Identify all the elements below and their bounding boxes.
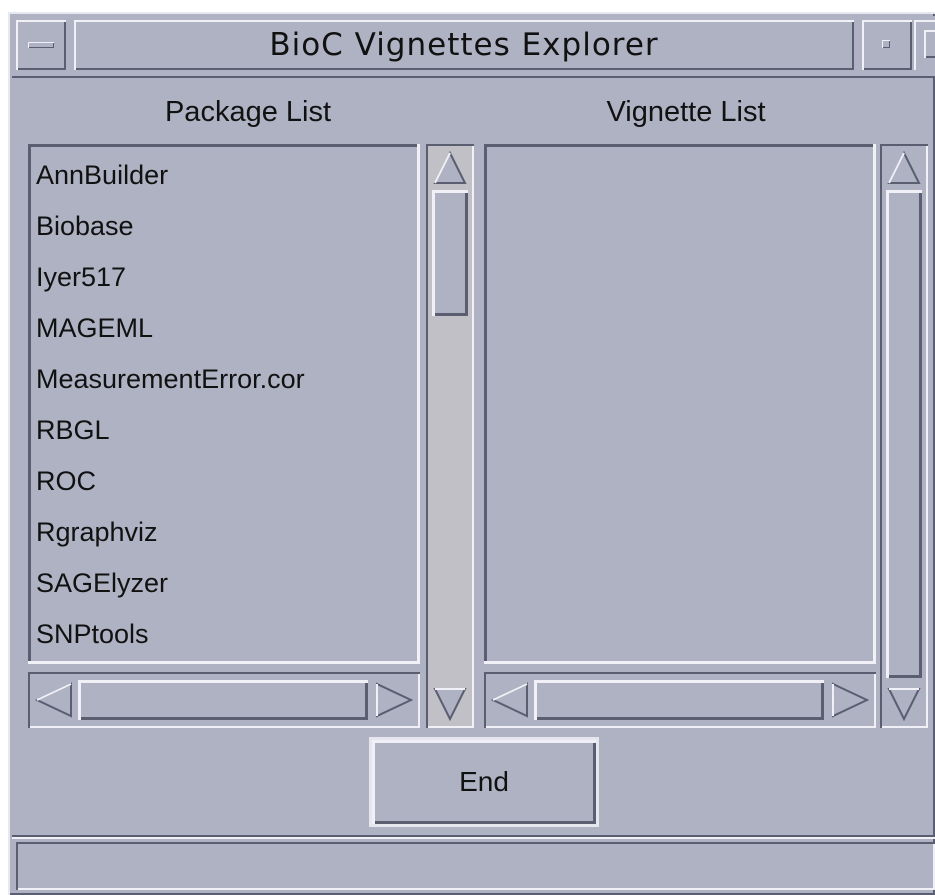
- status-divider: [12, 835, 935, 837]
- list-item[interactable]: ROC: [28, 456, 420, 507]
- list-item[interactable]: AnnBuilder: [28, 150, 420, 201]
- window-title[interactable]: BioC Vignettes Explorer: [74, 20, 854, 70]
- minimize-icon: [882, 40, 890, 48]
- list-item[interactable]: MeasurementError.cor: [28, 354, 420, 405]
- list-item[interactable]: Iyer517: [28, 252, 420, 303]
- vignette-listbox[interactable]: [484, 144, 876, 664]
- package-vscrollbar[interactable]: [426, 144, 474, 728]
- triangle-down-icon[interactable]: [432, 686, 468, 722]
- maximize-button[interactable]: [914, 20, 935, 70]
- triangle-up-icon[interactable]: [432, 150, 468, 186]
- vignette-vscroll-thumb[interactable]: [886, 190, 922, 678]
- triangle-up-icon[interactable]: [886, 150, 922, 186]
- package-hscroll-thumb[interactable]: [78, 680, 368, 720]
- package-listbox[interactable]: AnnBuilder Biobase Iyer517 MAGEML Measur…: [28, 144, 420, 664]
- end-button[interactable]: End: [372, 740, 596, 824]
- window-menu-button[interactable]: [16, 20, 66, 70]
- triangle-down-icon[interactable]: [886, 686, 922, 722]
- vignette-list-label: Vignette List: [606, 96, 766, 128]
- triangle-left-icon[interactable]: [490, 680, 530, 720]
- maximize-icon: [924, 30, 935, 58]
- list-item[interactable]: Biobase: [28, 201, 420, 252]
- minimize-button[interactable]: [862, 20, 912, 70]
- list-item[interactable]: Rgraphviz: [28, 507, 420, 558]
- package-hscrollbar[interactable]: [28, 672, 420, 728]
- triangle-left-icon[interactable]: [34, 680, 74, 720]
- list-item[interactable]: SNPtools: [28, 609, 420, 660]
- vignette-hscrollbar[interactable]: [484, 672, 876, 728]
- package-vscroll-thumb[interactable]: [432, 190, 468, 316]
- list-item[interactable]: RBGL: [28, 405, 420, 456]
- title-bar[interactable]: BioC Vignettes Explorer: [12, 16, 935, 78]
- app-window: BioC Vignettes Explorer Package List Vig…: [8, 12, 935, 895]
- status-bar: [16, 842, 935, 890]
- package-list-label: Package List: [164, 96, 332, 128]
- vignette-vscrollbar[interactable]: [880, 144, 928, 728]
- package-items: AnnBuilder Biobase Iyer517 MAGEML Measur…: [28, 144, 420, 660]
- list-item[interactable]: SAGElyzer: [28, 558, 420, 609]
- triangle-right-icon[interactable]: [830, 680, 870, 720]
- list-item[interactable]: MAGEML: [28, 303, 420, 354]
- window-menu-icon: [28, 42, 54, 48]
- vignette-hscroll-thumb[interactable]: [534, 680, 824, 720]
- triangle-right-icon[interactable]: [374, 680, 414, 720]
